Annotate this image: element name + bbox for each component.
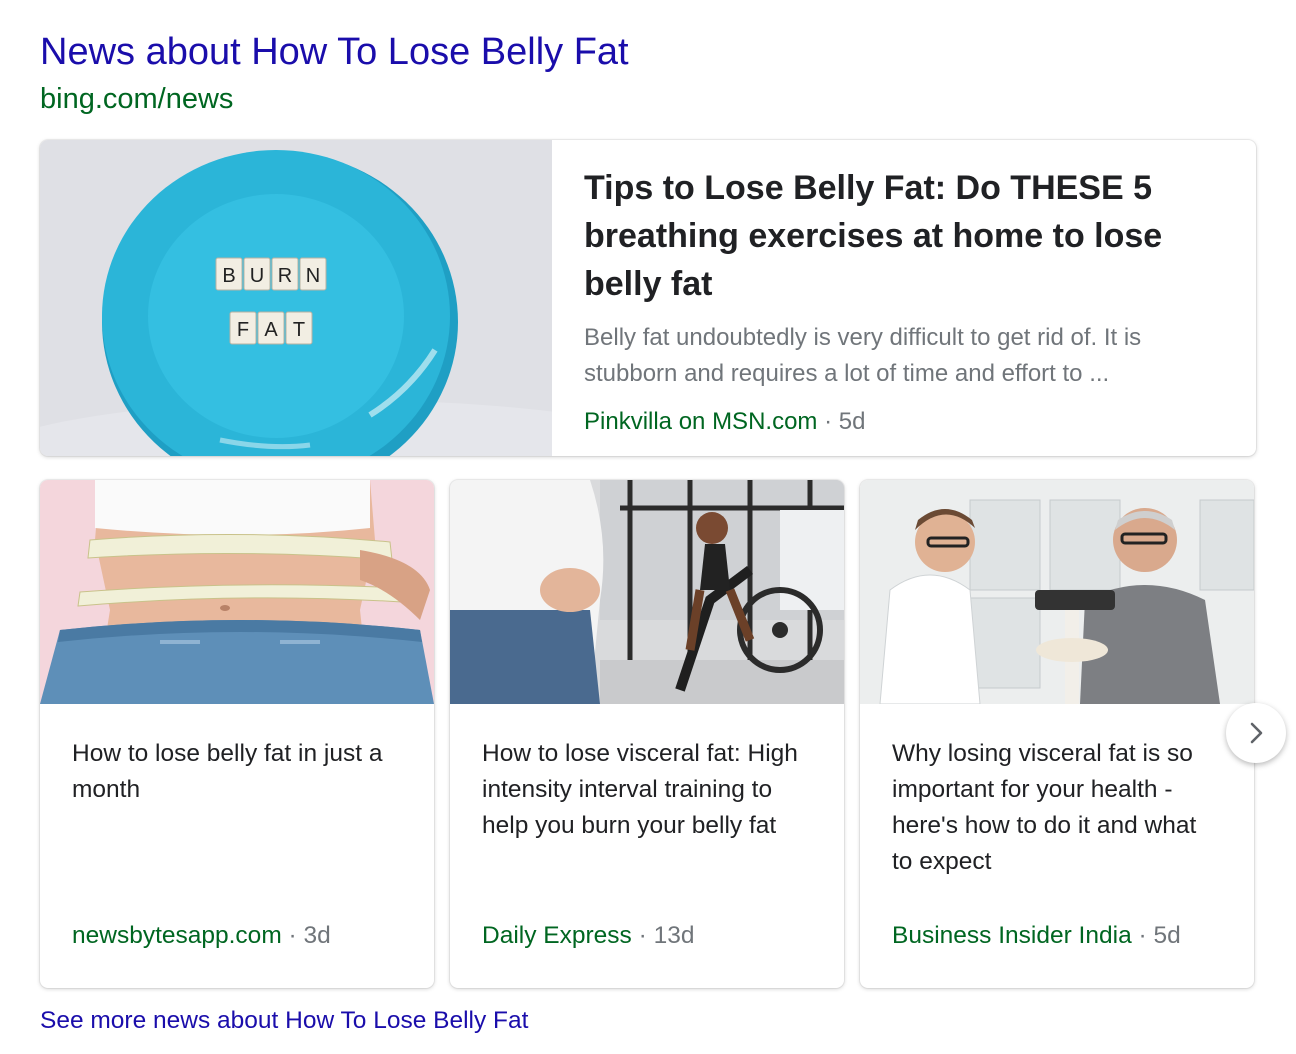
news-card-1-headline[interactable]: How to lose belly fat in just a month (72, 736, 392, 808)
featured-source-line: Pinkvilla on MSN.com · 5d (584, 404, 1224, 440)
featured-thumbnail[interactable]: B U R N F A T (40, 140, 552, 456)
news-card-1-age: 3d (303, 922, 331, 949)
news-card-3[interactable]: Why losing visceral fat is so important … (860, 480, 1254, 988)
svg-text:U: U (250, 265, 264, 287)
news-card-2-thumbnail[interactable] (450, 480, 844, 704)
gym-bike-image (450, 480, 844, 704)
news-card-2-age: 13d (653, 922, 695, 949)
news-card-2[interactable]: How to lose visceral fat: High intensity… (450, 480, 844, 988)
news-card-3-source-line: Business Insider India · 5d (892, 918, 1181, 954)
svg-text:A: A (264, 319, 278, 341)
featured-age: 5d (838, 408, 866, 435)
news-card-3-source: Business Insider India (892, 922, 1132, 949)
news-card-2-headline[interactable]: How to lose visceral fat: High intensity… (482, 736, 802, 844)
results-title-link[interactable]: News about How To Lose Belly Fat (40, 28, 629, 76)
news-card-1-source-line: newsbytesapp.com · 3d (72, 918, 331, 954)
results-source-url: bing.com/news (40, 83, 234, 115)
separator: · (638, 922, 647, 949)
featured-snippet: Belly fat undoubtedly is very difficult … (584, 324, 1142, 387)
svg-text:T: T (293, 319, 305, 341)
featured-source: Pinkvilla on MSN.com (584, 408, 818, 435)
chevron-right-icon (1250, 722, 1263, 744)
news-card-1-thumbnail[interactable] (40, 480, 434, 704)
see-more-news-link[interactable]: See more news about How To Lose Belly Fa… (40, 1004, 528, 1038)
svg-text:F: F (237, 319, 249, 341)
svg-text:B: B (222, 265, 235, 287)
news-card-3-headline[interactable]: Why losing visceral fat is so important … (892, 736, 1212, 880)
news-card-3-thumbnail[interactable] (860, 480, 1254, 704)
featured-headline[interactable]: Tips to Lose Belly Fat: Do THESE 5 breat… (584, 164, 1224, 308)
svg-text:R: R (278, 265, 292, 287)
news-card-1[interactable]: How to lose belly fat in just a month ne… (40, 480, 434, 988)
doctor-patient-scale-image (860, 480, 1254, 704)
separator: · (288, 922, 297, 949)
news-card-2-source: Daily Express (482, 922, 632, 949)
featured-news-card[interactable]: B U R N F A T Tips to Lose Belly Fat: Do… (40, 140, 1256, 456)
news-card-3-age: 5d (1153, 922, 1181, 949)
news-card-1-source: newsbytesapp.com (72, 922, 282, 949)
separator: · (824, 408, 833, 435)
news-card-2-source-line: Daily Express · 13d (482, 918, 694, 954)
tape-measure-waist-image (40, 480, 434, 704)
svg-text:N: N (306, 265, 320, 287)
carousel-next-button[interactable] (1226, 703, 1286, 763)
separator: · (1138, 922, 1147, 949)
burn-fat-plate-image: B U R N F A T (40, 140, 552, 456)
